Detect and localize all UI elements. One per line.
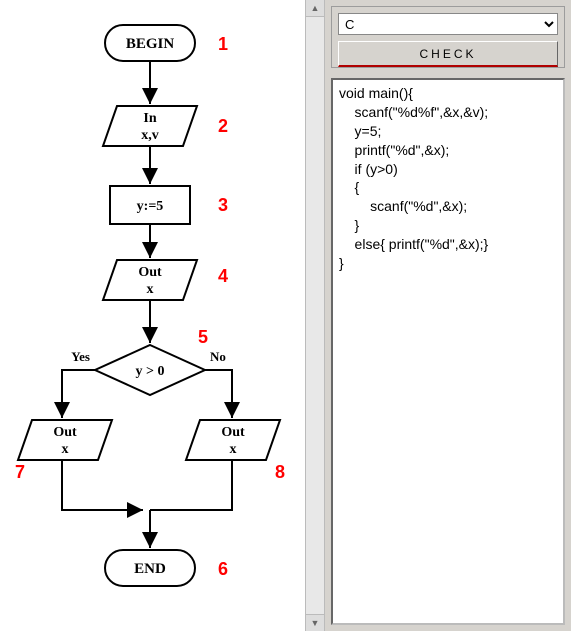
node-input-vars: x,v <box>141 128 159 143</box>
vertical-scrollbar[interactable]: ▲ ▼ <box>305 0 325 631</box>
language-panel: C CHECK <box>331 6 565 68</box>
num-2: 2 <box>218 116 228 136</box>
num-4: 4 <box>218 266 228 286</box>
right-pane: C CHECK void main(){ scanf("%d%f",&x,&v)… <box>325 0 571 631</box>
node-input-label: In <box>143 111 156 126</box>
node-decision-label: y > 0 <box>136 364 165 379</box>
node-out-right-label: Out <box>221 425 245 440</box>
flowchart-pane: BEGIN 1 In x,v 2 y:=5 3 Out x 4 y > 0 5 <box>0 0 305 631</box>
label-no: No <box>210 349 226 364</box>
num-6: 6 <box>218 559 228 579</box>
node-out1-var: x <box>147 282 154 297</box>
app-root: BEGIN 1 In x,v 2 y:=5 3 Out x 4 y > 0 5 <box>0 0 571 631</box>
node-out1-label: Out <box>138 265 162 280</box>
num-7: 7 <box>15 462 25 482</box>
node-assign-label: y:=5 <box>137 199 164 214</box>
check-button[interactable]: CHECK <box>338 41 558 67</box>
scroll-up-icon[interactable]: ▲ <box>306 0 324 17</box>
num-5: 5 <box>198 327 208 347</box>
flowchart-svg: BEGIN 1 In x,v 2 y:=5 3 Out x 4 y > 0 5 <box>0 0 305 631</box>
node-out-left-var: x <box>62 442 69 457</box>
language-select[interactable]: C <box>338 13 558 35</box>
label-yes: Yes <box>71 349 90 364</box>
node-out-right-var: x <box>230 442 237 457</box>
code-textarea[interactable]: void main(){ scanf("%d%f",&x,&v); y=5; p… <box>331 78 565 625</box>
node-begin-label: BEGIN <box>126 36 175 52</box>
num-1: 1 <box>218 34 228 54</box>
num-8: 8 <box>275 462 285 482</box>
node-end-label: END <box>134 561 166 577</box>
node-out-left-label: Out <box>53 425 77 440</box>
scroll-down-icon[interactable]: ▼ <box>306 614 324 631</box>
num-3: 3 <box>218 195 228 215</box>
